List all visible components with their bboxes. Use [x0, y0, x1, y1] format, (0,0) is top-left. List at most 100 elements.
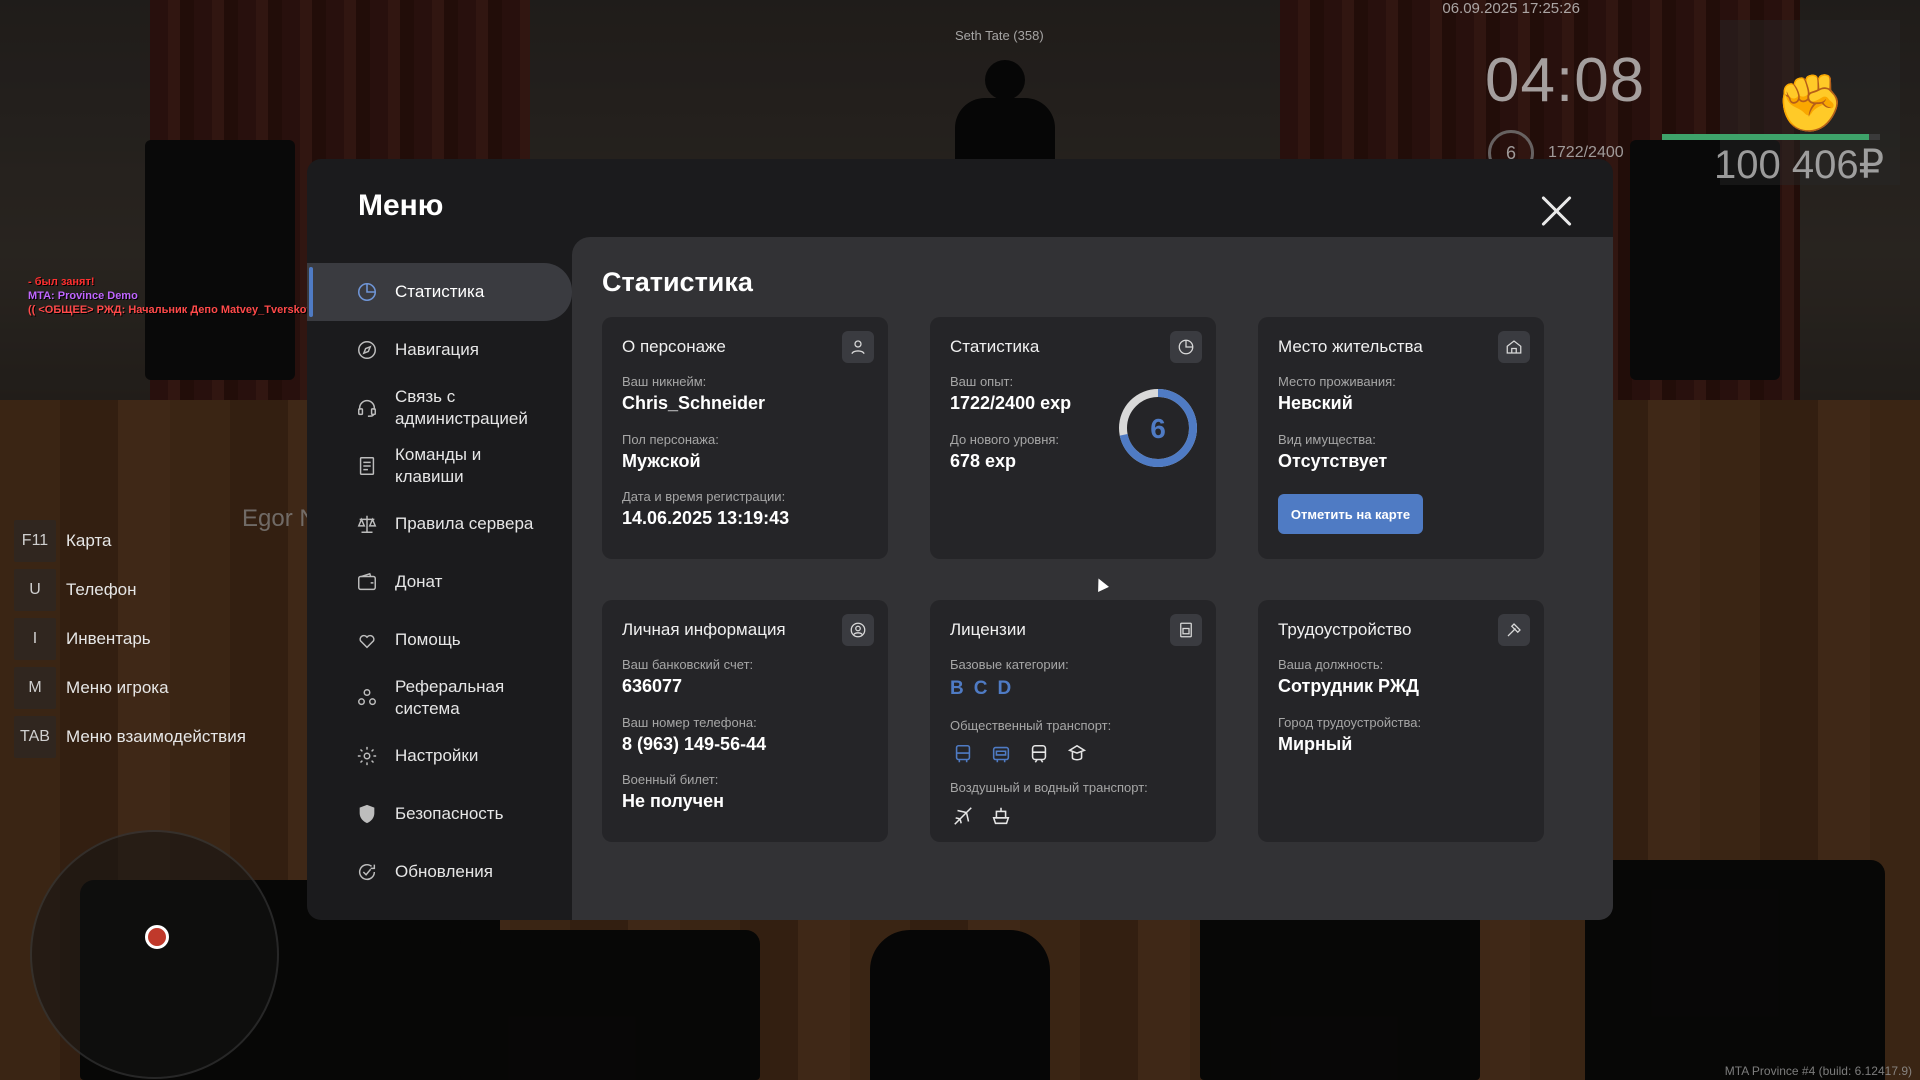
sidebar-item-label: Правила сервера: [395, 514, 534, 533]
field-exp: Ваш опыт: 1722/2400 exp: [950, 374, 1071, 414]
license-category: B: [950, 678, 964, 699]
field-bank-account: Ваш банковский счет: 636077: [622, 657, 753, 697]
field-value: 636077: [622, 676, 683, 696]
hotkey-key: I: [14, 617, 56, 660]
field-value: 678 exp: [950, 451, 1017, 471]
field-label: Общественный транспорт:: [950, 718, 1112, 733]
sidebar-item-statistics[interactable]: Статистика: [307, 263, 572, 321]
user-icon: [842, 331, 874, 363]
field-label: Ваш опыт:: [950, 374, 1014, 389]
field-next-level: До нового уровня: 678 exp: [950, 432, 1059, 472]
trolleybus-icon: [988, 741, 1014, 767]
sidebar-item-label: Помощь: [395, 630, 461, 649]
wallet-icon: [355, 570, 379, 594]
field-value: 14.06.2025 13:19:43: [622, 508, 790, 528]
hotkey-label: Телефон: [66, 579, 137, 599]
card-title: Личная информация: [622, 620, 786, 639]
card-title: О персонаже: [622, 337, 726, 356]
sidebar-item-security[interactable]: Безопасность: [307, 785, 572, 843]
field-label: Воздушный и водный транспорт:: [950, 780, 1148, 795]
card-statistics: Статистика Ваш опыт: 1722/2400 exp До но…: [930, 317, 1216, 559]
field-value: 8 (963) 149-56-44: [622, 734, 767, 754]
health-bar: [1662, 134, 1880, 140]
hotkey-phone[interactable]: U Телефон: [14, 565, 246, 614]
hotkey-label: Меню взаимодействия: [66, 726, 246, 746]
sidebar-item-rules[interactable]: Правила сервера: [307, 495, 572, 553]
license-categories: B C D: [950, 678, 1069, 700]
hotkey-key: U: [14, 568, 56, 611]
build-info: MTA Province #4 (build: 6.12417.9): [1724, 1064, 1912, 1078]
field-nickname: Ваш никнейм: Chris_Schneider: [622, 374, 765, 414]
field-base-categories: Базовые категории: B C D: [950, 657, 1069, 700]
field-registration: Дата и время регистрации: 14.06.2025 13:…: [622, 489, 789, 529]
menu-modal: Меню Статистика Навигация Связь с админи…: [307, 159, 1613, 920]
sidebar-item-label: Команды и клавиши: [395, 445, 482, 486]
sidebar-item-help[interactable]: Помощь: [307, 611, 572, 669]
field-property: Вид имущества: Отсутствует: [1278, 432, 1387, 472]
sidebar-item-donate[interactable]: Донат: [307, 553, 572, 611]
pie-chart-icon: [1170, 331, 1202, 363]
mark-on-map-button[interactable]: Отметить на карте: [1278, 494, 1423, 534]
field-value: 1722/2400 exp: [950, 393, 1072, 413]
hotkey-label: Карта: [66, 530, 112, 550]
field-label: До нового уровня:: [950, 432, 1060, 447]
field-value: Сотрудник РЖД: [1278, 676, 1419, 696]
hotkey-map[interactable]: F11 Карта: [14, 516, 246, 565]
field-label: Вид имущества:: [1278, 432, 1376, 447]
headset-icon: [355, 396, 379, 420]
public-transport-icons: [950, 741, 1111, 767]
hotkey-player-menu[interactable]: M Меню игрока: [14, 663, 246, 712]
sidebar-item-referral[interactable]: Реферальная система: [307, 669, 572, 727]
hud-clock: 04:08: [1485, 46, 1646, 115]
hotkey-inventory[interactable]: I Инвентарь: [14, 614, 246, 663]
close-icon[interactable]: [1539, 193, 1575, 229]
field-air-water-transport: Воздушный и водный транспорт:: [950, 780, 1148, 829]
hammer-icon: [1498, 614, 1530, 646]
field-label: Военный билет:: [622, 772, 719, 787]
sidebar-item-navigation[interactable]: Навигация: [307, 321, 572, 379]
license-category: D: [997, 678, 1012, 699]
card-residence: Место жительства Место проживания: Невск…: [1258, 317, 1544, 559]
document-icon: [355, 454, 379, 478]
hotkey-label: Меню игрока: [66, 677, 169, 697]
sidebar-item-label: Реферальная система: [395, 677, 505, 718]
field-label: Пол персонажа:: [622, 432, 719, 447]
field-value: Невский: [1278, 393, 1353, 413]
sidebar-item-commands[interactable]: Команды и клавиши: [307, 437, 572, 495]
sidebar-item-updates[interactable]: Обновления: [307, 843, 572, 901]
hotkey-interaction-menu[interactable]: TAB Меню взаимодействия: [14, 712, 246, 761]
license-category: C: [973, 678, 988, 699]
sidebar-item-label: Настройки: [395, 746, 479, 765]
minimap: [30, 830, 279, 1079]
content-title: Статистика: [602, 267, 753, 297]
hotkey-key: M: [14, 666, 56, 709]
sidebar-item-label: Навигация: [395, 340, 479, 359]
sidebar-item-admin-contact[interactable]: Связь с администрацией: [307, 379, 572, 437]
sidebar-item-label: Обновления: [395, 862, 493, 881]
level-number: 6: [1150, 413, 1166, 444]
field-position: Ваша должность: Сотрудник РЖД: [1278, 657, 1419, 697]
card-personal-info: Личная информация Ваш банковский счет: 6…: [602, 600, 888, 842]
field-military-id: Военный билет: Не получен: [622, 772, 724, 812]
nearby-player-name: Egor N: [242, 505, 317, 532]
tram-icon: [1064, 741, 1090, 767]
gear-icon: [355, 744, 379, 768]
field-label: Ваша должность:: [1278, 657, 1384, 672]
field-label: Дата и время регистрации:: [622, 489, 786, 504]
sidebar-item-label: Безопасность: [395, 804, 504, 823]
field-label: Место проживания:: [1278, 374, 1396, 389]
sidebar-item-settings[interactable]: Настройки: [307, 727, 572, 785]
field-residence: Место проживания: Невский: [1278, 374, 1396, 414]
user-circle-icon: [842, 614, 874, 646]
shield-icon: [355, 802, 379, 826]
player-nametag: Seth Tate (358): [955, 28, 1044, 43]
hotkey-list: F11 Карта U Телефон I Инвентарь M Меню игрок…: [14, 516, 246, 761]
people-icon: [355, 686, 379, 710]
pie-chart-icon: [355, 280, 379, 304]
hotkey-label: Инвентарь: [66, 628, 151, 648]
sidebar-item-label: Донат: [395, 572, 443, 591]
field-label: Город трудоустройства:: [1278, 715, 1422, 730]
hotkey-key: TAB: [14, 715, 56, 758]
card-licenses: Лицензии Базовые категории: B C D Общест…: [930, 600, 1216, 842]
card-employment: Трудоустройство Ваша должность: Сотрудни…: [1258, 600, 1544, 842]
